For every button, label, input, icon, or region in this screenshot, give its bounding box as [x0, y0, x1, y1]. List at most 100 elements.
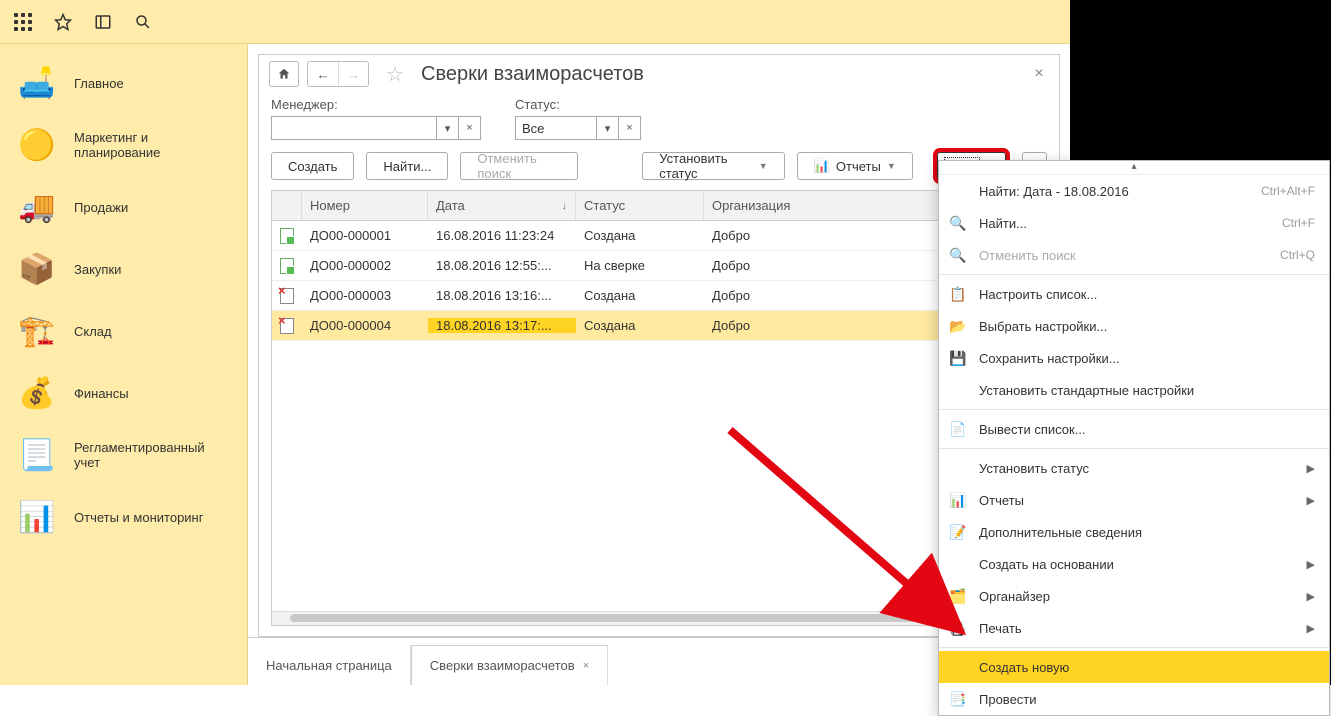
- menu-item[interactable]: 💾Сохранить настройки...: [939, 342, 1329, 374]
- submenu-arrow-icon: ▶: [1307, 590, 1315, 603]
- sidebar-item-marketing[interactable]: 🟡 Маркетинг и планирование: [0, 114, 247, 176]
- reports-button[interactable]: 📊Отчеты▼: [797, 152, 913, 180]
- submenu-arrow-icon: ▶: [1307, 494, 1315, 507]
- col-date[interactable]: Дата↓: [428, 191, 576, 220]
- menu-item[interactable]: Установить статус▶: [939, 452, 1329, 484]
- menu-separator: [939, 274, 1329, 275]
- col-status[interactable]: Статус: [576, 191, 704, 220]
- row-status-icon: [272, 258, 302, 274]
- menu-item-shortcut: Ctrl+F: [1282, 216, 1315, 230]
- menu-item[interactable]: 🗂️ Органайзер ▶: [939, 580, 1329, 612]
- menu-item-label: Найти...: [979, 216, 1270, 231]
- more-dropdown-menu: ▴ Найти: Дата - 18.08.2016Ctrl+Alt+F🔍Най…: [938, 160, 1330, 716]
- tab-reconciliations[interactable]: Сверки взаиморасчетов ×: [411, 645, 608, 685]
- menu-item-shortcut: Ctrl+Q: [1280, 248, 1315, 262]
- menu-item[interactable]: 📋Настроить список...: [939, 278, 1329, 310]
- filter-status-dropdown[interactable]: ▾: [597, 116, 619, 140]
- menu-item[interactable]: Установить стандартные настройки: [939, 374, 1329, 406]
- tab-label: Начальная страница: [266, 658, 392, 673]
- data-grid: Номер Дата↓ Статус Организация ДО00-0000…: [271, 190, 1047, 626]
- cell-date: 18.08.2016 13:17:...: [428, 318, 576, 333]
- nav-back-button[interactable]: ←: [308, 62, 338, 86]
- menu-item-icon: 📑: [949, 690, 967, 708]
- tab-start-page[interactable]: Начальная страница: [248, 645, 411, 685]
- menu-item[interactable]: 📄 Вывести список...: [939, 413, 1329, 445]
- sidebar-item-label: Маркетинг и планирование: [74, 130, 234, 160]
- sidebar-item-label: Главное: [74, 76, 124, 91]
- table-row[interactable]: ДО00-00000116.08.2016 11:23:24СозданаДоб…: [272, 221, 1046, 251]
- sidebar-item-label: Продажи: [74, 200, 128, 215]
- cell-number: ДО00-000004: [302, 318, 428, 333]
- sidebar-warehouse-icon: 🏗️: [14, 310, 60, 352]
- filter-status-input[interactable]: Все: [515, 116, 597, 140]
- sidebar-reports-icon: 📊: [14, 496, 60, 538]
- sidebar-item-label: Склад: [74, 324, 112, 339]
- sidebar-item-reports[interactable]: 📊 Отчеты и мониторинг: [0, 486, 247, 548]
- sidebar-regaccount-icon: 📃: [14, 434, 60, 476]
- sidebar-item-sales[interactable]: 🚚 Продажи: [0, 176, 247, 238]
- submenu-arrow-icon: ▶: [1307, 462, 1315, 475]
- cell-number: ДО00-000002: [302, 258, 428, 273]
- menu-scroll-up[interactable]: ▴: [939, 161, 1329, 175]
- filter-status-clear[interactable]: ×: [619, 116, 641, 140]
- menu-item-icon: [949, 459, 967, 477]
- create-button[interactable]: Создать: [271, 152, 354, 180]
- menu-item[interactable]: 🖨️Печать▶: [939, 612, 1329, 644]
- page-close-button[interactable]: ×: [1029, 64, 1049, 84]
- sidebar-item-regaccount[interactable]: 📃 Регламентированный учет: [0, 424, 247, 486]
- menu-item[interactable]: 📑Провести: [939, 683, 1329, 715]
- menu-item-label: Сохранить настройки...: [979, 351, 1315, 366]
- menu-item[interactable]: Найти: Дата - 18.08.2016Ctrl+Alt+F: [939, 175, 1329, 207]
- menu-item-label: Дополнительные сведения: [979, 525, 1315, 540]
- home-button[interactable]: [269, 61, 299, 87]
- menu-item[interactable]: 📊Отчеты▶: [939, 484, 1329, 516]
- row-status-icon: [272, 288, 302, 304]
- horizontal-scrollbar[interactable]: [272, 611, 1046, 625]
- sidebar-item-warehouse[interactable]: 🏗️ Склад: [0, 300, 247, 362]
- sidebar-sales-icon: 🚚: [14, 186, 60, 228]
- menu-item[interactable]: 📝Дополнительные сведения: [939, 516, 1329, 548]
- cell-number: ДО00-000001: [302, 228, 428, 243]
- favorite-star-icon[interactable]: ☆: [383, 62, 407, 86]
- sidebar-item-label: Закупки: [74, 262, 121, 277]
- top-toolbar: [0, 0, 1070, 44]
- star-icon[interactable]: [54, 13, 72, 31]
- sidebar-item-label: Отчеты и мониторинг: [74, 510, 203, 525]
- menu-item-icon: 📊: [949, 491, 967, 509]
- col-number[interactable]: Номер: [302, 191, 428, 220]
- menu-item-label: Органайзер: [979, 589, 1295, 604]
- menu-item[interactable]: Создать на основании▶: [939, 548, 1329, 580]
- find-button[interactable]: Найти...: [366, 152, 448, 180]
- menu-item-label: Установить стандартные настройки: [979, 383, 1315, 398]
- apps-icon[interactable]: [14, 13, 32, 31]
- tab-label: Сверки взаиморасчетов: [430, 658, 575, 673]
- table-row[interactable]: ДО00-00000218.08.2016 12:55:...На сверке…: [272, 251, 1046, 281]
- menu-item[interactable]: 📂Выбрать настройки...: [939, 310, 1329, 342]
- search-icon[interactable]: [134, 13, 152, 31]
- menu-item-label: Выбрать настройки...: [979, 319, 1315, 334]
- menu-item-label: Вывести список...: [979, 422, 1315, 437]
- sidebar-item-finance[interactable]: 💰 Финансы: [0, 362, 247, 424]
- menu-item-icon: [949, 555, 967, 573]
- menu-item-icon: 🗂️: [949, 587, 967, 605]
- menu-item-icon: 📄: [949, 420, 967, 438]
- filter-manager-label: Менеджер:: [271, 97, 481, 112]
- cell-number: ДО00-000003: [302, 288, 428, 303]
- tab-close-icon[interactable]: ×: [583, 660, 589, 672]
- sidebar-item-main[interactable]: 🛋️ Главное: [0, 52, 247, 114]
- filter-manager-clear[interactable]: ×: [459, 116, 481, 140]
- menu-item[interactable]: 🔍Найти...Ctrl+F: [939, 207, 1329, 239]
- sidebar-finance-icon: 💰: [14, 372, 60, 414]
- submenu-arrow-icon: ▶: [1307, 622, 1315, 635]
- set-status-button[interactable]: Установить статус▼: [642, 152, 784, 180]
- table-row[interactable]: ДО00-00000418.08.2016 13:17:...СозданаДо…: [272, 311, 1046, 341]
- menu-item[interactable]: Создать новую: [939, 651, 1329, 683]
- sidebar-item-purchases[interactable]: 📦 Закупки: [0, 238, 247, 300]
- cell-date: 16.08.2016 11:23:24: [428, 228, 576, 243]
- layout-icon[interactable]: [94, 13, 112, 31]
- menu-item-icon: 🖨️: [949, 619, 967, 637]
- filter-manager-dropdown[interactable]: ▾: [437, 116, 459, 140]
- filter-manager-input[interactable]: [271, 116, 437, 140]
- table-row[interactable]: ДО00-00000318.08.2016 13:16:...СозданаДо…: [272, 281, 1046, 311]
- cell-status: Создана: [576, 228, 704, 243]
